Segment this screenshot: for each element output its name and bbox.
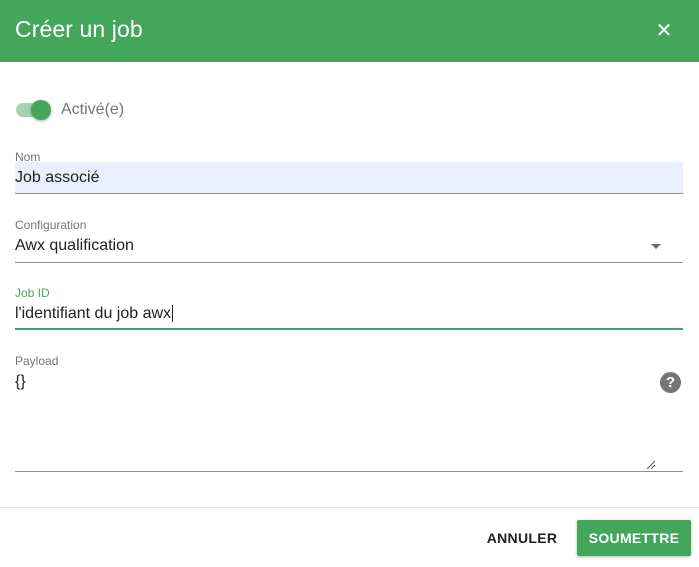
resize-handle-icon[interactable] — [646, 460, 655, 469]
payload-label: Payload — [15, 354, 59, 368]
payload-underline — [15, 471, 683, 472]
submit-button[interactable]: SOUMETTRE — [577, 520, 691, 556]
cancel-button[interactable]: ANNULER — [478, 520, 566, 556]
payload-textarea[interactable]: {} — [15, 373, 26, 391]
payload-field[interactable]: Payload {} — [15, 0, 683, 480]
footer-divider — [0, 507, 699, 508]
help-icon[interactable]: ? — [660, 372, 681, 393]
